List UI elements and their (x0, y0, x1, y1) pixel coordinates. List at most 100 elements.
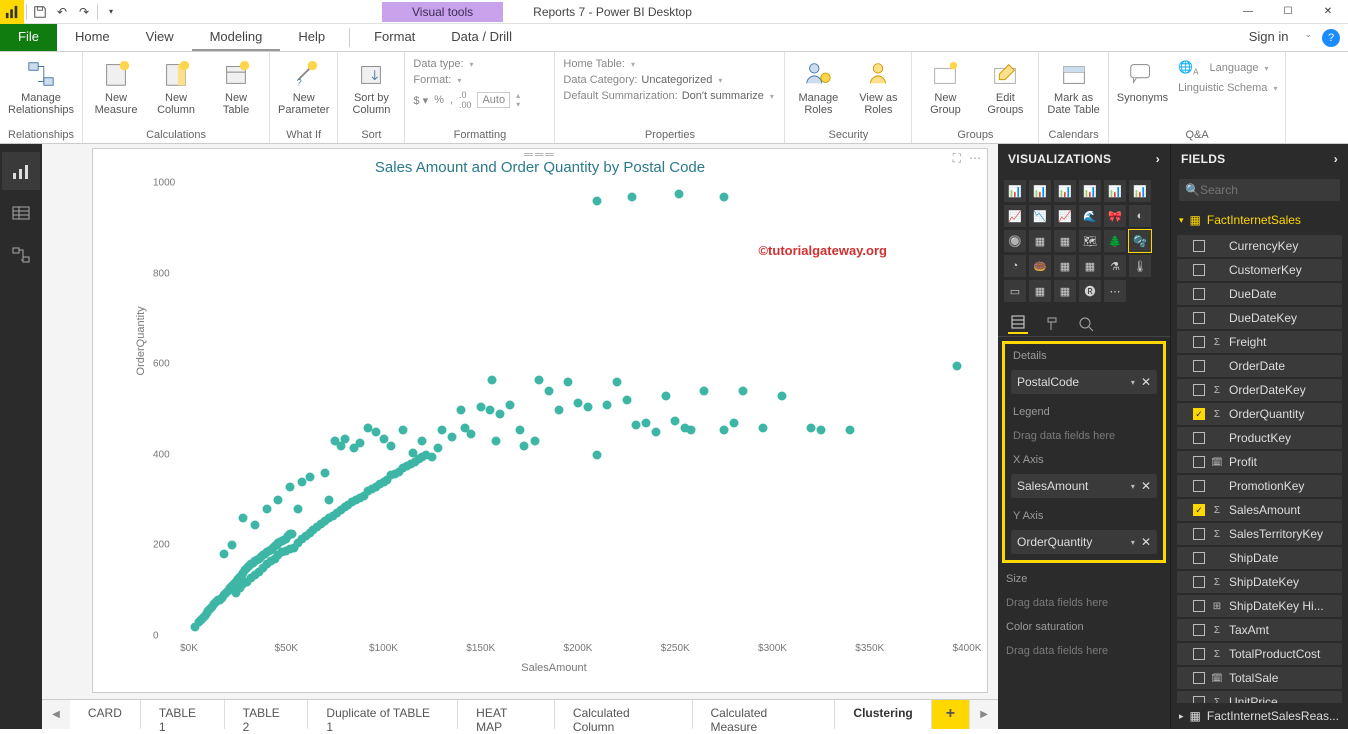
home-table-dropdown[interactable]: Home Table: (563, 56, 776, 72)
data-point[interactable] (515, 425, 524, 434)
field-checkbox[interactable] (1193, 432, 1205, 444)
data-point[interactable] (846, 425, 855, 434)
field-checkbox[interactable] (1193, 288, 1205, 300)
page-tab[interactable]: CARD (70, 700, 141, 729)
data-point[interactable] (574, 398, 583, 407)
undo-icon[interactable]: ↶ (51, 1, 73, 23)
data-point[interactable] (739, 387, 748, 396)
data-point[interactable] (356, 439, 365, 448)
linguistic-schema-dropdown[interactable]: Linguistic Schema (1178, 80, 1277, 96)
expand-icon[interactable]: ▾ (1179, 215, 1184, 226)
data-point[interactable] (447, 432, 456, 441)
qat-dropdown-icon[interactable]: ▾ (100, 1, 122, 23)
viz-type-icon[interactable]: 🍩 (1029, 255, 1051, 277)
details-field[interactable]: PostalCode▾✕ (1011, 370, 1157, 394)
field-row[interactable]: ⊞ShipDateKey Hi... (1177, 595, 1342, 617)
maximize-button[interactable]: ☐ (1268, 0, 1308, 24)
data-point[interactable] (758, 423, 767, 432)
field-row[interactable]: TotalProductCost (1177, 643, 1342, 665)
new-table-button[interactable]: New Table (211, 56, 261, 116)
table-factinternetsales[interactable]: ▾ ▦ FactInternetSales (1171, 207, 1348, 233)
viz-type-icon[interactable]: 🎀 (1104, 205, 1126, 227)
table-factinternetsalesreas[interactable]: ▸ ▦ FactInternetSalesReas... (1171, 703, 1348, 729)
data-point[interactable] (227, 541, 236, 550)
viz-type-icon[interactable]: ▭ (1004, 280, 1026, 302)
field-checkbox[interactable] (1193, 552, 1205, 564)
viz-type-icon[interactable]: 🌡 (1129, 255, 1151, 277)
field-row[interactable]: DueDate (1177, 283, 1342, 305)
data-point[interactable] (564, 378, 573, 387)
viz-type-icon[interactable]: ▦ (1054, 230, 1076, 252)
data-point[interactable] (593, 197, 602, 206)
field-row[interactable]: CustomerKey (1177, 259, 1342, 281)
collapse-viz-icon[interactable]: › (1156, 152, 1160, 166)
viz-type-icon[interactable]: ◐ (1129, 205, 1151, 227)
data-point[interactable] (531, 437, 540, 446)
data-point[interactable] (544, 387, 553, 396)
data-point[interactable] (535, 376, 544, 385)
page-tab[interactable]: HEAT MAP (458, 700, 555, 729)
field-checkbox[interactable] (1193, 456, 1205, 468)
data-point[interactable] (719, 192, 728, 201)
field-checkbox[interactable] (1193, 312, 1205, 324)
viz-type-icon[interactable]: 🅡 (1079, 280, 1101, 302)
field-checkbox[interactable]: ✓ (1193, 408, 1205, 420)
data-point[interactable] (274, 496, 283, 505)
data-point[interactable] (496, 410, 505, 419)
viz-type-icon[interactable]: 📈 (1004, 205, 1026, 227)
format-dropdown[interactable]: Format: (413, 72, 546, 88)
data-point[interactable] (505, 400, 514, 409)
viz-type-icon[interactable]: 📊 (1129, 180, 1151, 202)
tab-home[interactable]: Home (57, 24, 128, 51)
data-point[interactable] (686, 425, 695, 434)
new-measure-button[interactable]: New Measure (91, 56, 141, 116)
remove-field-icon[interactable]: ✕ (1141, 375, 1151, 389)
field-checkbox[interactable] (1193, 360, 1205, 372)
page-tab[interactable]: Clustering (835, 700, 931, 729)
field-checkbox[interactable] (1193, 696, 1205, 703)
data-point[interactable] (220, 550, 229, 559)
xaxis-field[interactable]: SalesAmount▾✕ (1011, 474, 1157, 498)
minimize-button[interactable]: — (1228, 0, 1268, 24)
field-row[interactable]: ShipDateKey (1177, 571, 1342, 593)
data-point[interactable] (398, 425, 407, 434)
data-point[interactable] (593, 450, 602, 459)
viz-type-icon[interactable]: 📈 (1054, 205, 1076, 227)
data-point[interactable] (433, 444, 442, 453)
drag-handle-icon[interactable]: ═══ (524, 147, 556, 161)
data-point[interactable] (700, 387, 709, 396)
field-checkbox[interactable] (1193, 624, 1205, 636)
mark-as-date-table-button[interactable]: Mark as Date Table (1047, 56, 1099, 116)
data-point[interactable] (719, 425, 728, 434)
data-point[interactable] (554, 405, 563, 414)
viz-type-icon[interactable]: ▦ (1029, 280, 1051, 302)
data-point[interactable] (325, 496, 334, 505)
more-options-icon[interactable]: ⋯ (969, 151, 981, 166)
manage-roles-button[interactable]: Manage Roles (793, 56, 843, 116)
currency-button[interactable]: $ ▾ (413, 94, 428, 107)
tab-help[interactable]: Help (280, 24, 343, 51)
analytics-tab-icon[interactable] (1076, 314, 1096, 334)
field-row[interactable]: CurrencyKey (1177, 235, 1342, 257)
viz-type-icon[interactable]: 📊 (1004, 180, 1026, 202)
data-point[interactable] (476, 403, 485, 412)
data-point[interactable] (305, 473, 314, 482)
data-point[interactable] (488, 376, 497, 385)
format-tab-icon[interactable] (1042, 314, 1062, 334)
page-tab[interactable]: Calculated Measure (693, 700, 836, 729)
data-view-button[interactable] (2, 194, 40, 232)
data-type-dropdown[interactable]: Data type: (413, 56, 546, 72)
scatter-visual[interactable]: ═══ ⛶ ⋯ Sales Amount and Order Quantity … (92, 148, 988, 693)
viz-type-icon[interactable]: 📊 (1054, 180, 1076, 202)
file-tab[interactable]: File (0, 24, 57, 51)
scroll-right-icon[interactable]: ▶ (970, 700, 998, 729)
data-point[interactable] (293, 505, 302, 514)
auto-decimals[interactable]: Auto (477, 92, 510, 108)
viz-type-icon[interactable]: 📊 (1029, 180, 1051, 202)
search-input[interactable] (1200, 183, 1348, 197)
data-point[interactable] (371, 428, 380, 437)
data-point[interactable] (486, 405, 495, 414)
data-point[interactable] (817, 425, 826, 434)
viz-type-icon[interactable]: 📉 (1029, 205, 1051, 227)
data-point[interactable] (251, 521, 260, 530)
